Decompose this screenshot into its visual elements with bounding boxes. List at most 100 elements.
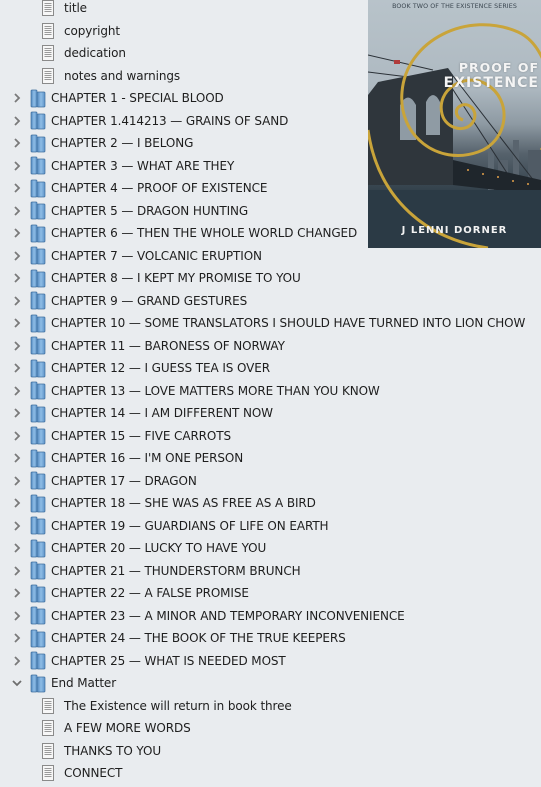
cover-series-text: BOOK TWO OF THE EXISTENCE SERIES [392,3,517,10]
folder-icon [30,381,46,400]
chevron-right-icon[interactable] [10,474,24,488]
tree-item-label: CHAPTER 23 — A MINOR AND TEMPORARY INCON… [51,608,405,623]
document-icon [42,0,54,17]
folder-icon [30,314,46,333]
chevron-right-icon[interactable] [10,181,24,195]
tree-item-chapter-9[interactable]: CHAPTER 8 — I KEPT MY PROMISE TO YOU [0,267,541,290]
chevron-right-icon[interactable] [10,406,24,420]
tree-item-label: CHAPTER 12 — I GUESS TEA IS OVER [51,361,270,376]
tree-item-thanks-to-you[interactable]: THANKS TO YOU [0,740,541,763]
folder-icon [30,156,46,175]
tree-item-label: CHAPTER 22 — A FALSE PROMISE [51,586,249,601]
tree-item-chapter-25[interactable]: CHAPTER 24 — THE BOOK OF THE TRUE KEEPER… [0,627,541,650]
chevron-down-icon[interactable] [10,676,24,690]
tree-item-label: CHAPTER 21 — THUNDERSTORM BRUNCH [51,563,301,578]
tree-item-chapter-13[interactable]: CHAPTER 12 — I GUESS TEA IS OVER [0,357,541,380]
tree-item-chapter-24[interactable]: CHAPTER 23 — A MINOR AND TEMPORARY INCON… [0,605,541,628]
folder-icon [30,336,46,355]
cover-artwork [368,23,541,248]
tree-item-label: notes and warnings [64,68,180,83]
folder-icon [30,291,46,310]
tree-item-label: CHAPTER 10 — SOME TRANSLATORS I SHOULD H… [51,316,526,331]
chevron-right-icon[interactable] [10,496,24,510]
chevron-right-icon[interactable] [10,519,24,533]
chevron-right-icon[interactable] [10,204,24,218]
cover-title-line2: EXISTENCE [443,75,539,91]
tree-item-chapter-10[interactable]: CHAPTER 9 — GRAND GESTURES [0,290,541,313]
tree-item-label: dedication [64,46,126,61]
document-icon [42,45,54,62]
chevron-right-icon[interactable] [10,384,24,398]
folder-icon [30,584,46,603]
cover-title-line1: PROOF OF [458,60,539,75]
chevron-right-icon[interactable] [10,114,24,128]
chevron-right-icon[interactable] [10,294,24,308]
tree-item-label: CHAPTER 3 — WHAT ARE THEY [51,158,235,173]
chevron-right-icon[interactable] [10,316,24,330]
folder-icon [30,674,46,693]
chevron-right-icon[interactable] [10,586,24,600]
tree-item-chapter-19[interactable]: CHAPTER 18 — SHE WAS AS FREE AS A BIRD [0,492,541,515]
folder-icon [30,539,46,558]
tree-item-label: CHAPTER 7 — VOLCANIC ERUPTION [51,248,262,263]
tree-item-chapter-17[interactable]: CHAPTER 16 — I'M ONE PERSON [0,447,541,470]
tree-item-label: CHAPTER 11 — BARONESS OF NORWAY [51,338,285,353]
tree-item-label: copyright [64,23,120,38]
tree-item-chapter-16[interactable]: CHAPTER 15 — FIVE CARROTS [0,425,541,448]
tree-item-label: CHAPTER 8 — I KEPT MY PROMISE TO YOU [51,271,301,286]
tree-item-label: THANKS TO YOU [64,743,162,758]
tree-item-label: CHAPTER 9 — GRAND GESTURES [51,293,248,308]
tree-item-chapter-18[interactable]: CHAPTER 17 — DRAGON [0,470,541,493]
tree-item-chapter-11[interactable]: CHAPTER 10 — SOME TRANSLATORS I SHOULD H… [0,312,541,335]
tree-item-label: CHAPTER 24 — THE BOOK OF THE TRUE KEEPER… [51,631,346,646]
chevron-right-icon[interactable] [10,226,24,240]
tree-item-chapter-15[interactable]: CHAPTER 14 — I AM DIFFERENT NOW [0,402,541,425]
chevron-right-icon[interactable] [10,631,24,645]
chevron-right-icon[interactable] [10,451,24,465]
tree-item-chapter-22[interactable]: CHAPTER 21 — THUNDERSTORM BRUNCH [0,560,541,583]
folder-icon [30,494,46,513]
chevron-right-icon[interactable] [10,249,24,263]
cover-author: J LENNI DORNER [401,225,508,236]
tree-item-label: CHAPTER 16 — I'M ONE PERSON [51,451,244,466]
tree-item-chapter-20[interactable]: CHAPTER 19 — GUARDIANS OF LIFE ON EARTH [0,515,541,538]
tree-item-label: title [64,1,87,16]
chevron-right-icon[interactable] [10,159,24,173]
document-icon [42,765,54,782]
document-icon [42,697,54,714]
tree-item-end-matter[interactable]: End Matter [0,672,541,695]
chevron-right-icon[interactable] [10,339,24,353]
chevron-right-icon[interactable] [10,654,24,668]
chevron-right-icon[interactable] [10,136,24,150]
tree-item-label: CHAPTER 15 — FIVE CARROTS [51,428,232,443]
tree-item-label: CHAPTER 5 — DRAGON HUNTING [51,203,249,218]
tree-item-label: CONNECT [64,766,123,781]
tree-item-label: CHAPTER 20 — LUCKY TO HAVE YOU [51,541,267,556]
tree-item-label: CHAPTER 19 — GUARDIANS OF LIFE ON EARTH [51,518,329,533]
tree-item-chapter-23[interactable]: CHAPTER 22 — A FALSE PROMISE [0,582,541,605]
folder-icon [30,89,46,108]
folder-icon [30,111,46,130]
folder-icon [30,516,46,535]
tree-item-label: CHAPTER 2 — I BELONG [51,136,194,151]
tree-item-connect[interactable]: CONNECT [0,762,541,785]
chevron-right-icon[interactable] [10,564,24,578]
tree-item-chapter-26[interactable]: CHAPTER 25 — WHAT IS NEEDED MOST [0,650,541,673]
folder-icon [30,359,46,378]
document-icon [42,67,54,84]
folder-icon [30,449,46,468]
chevron-right-icon[interactable] [10,609,24,623]
tree-item-chapter-12[interactable]: CHAPTER 11 — BARONESS OF NORWAY [0,335,541,358]
tree-item-a-few-more-words[interactable]: A FEW MORE WORDS [0,717,541,740]
tree-item-label: End Matter [51,676,117,691]
chevron-right-icon[interactable] [10,429,24,443]
folder-icon [30,629,46,648]
tree-item-label: The Existence will return in book three [64,698,292,713]
tree-item-chapter-14[interactable]: CHAPTER 13 — LOVE MATTERS MORE THAN YOU … [0,380,541,403]
tree-item-chapter-21[interactable]: CHAPTER 20 — LUCKY TO HAVE YOU [0,537,541,560]
chevron-right-icon[interactable] [10,361,24,375]
chevron-right-icon[interactable] [10,271,24,285]
chevron-right-icon[interactable] [10,541,24,555]
tree-item-existence-will-return[interactable]: The Existence will return in book three [0,695,541,718]
chevron-right-icon[interactable] [10,91,24,105]
